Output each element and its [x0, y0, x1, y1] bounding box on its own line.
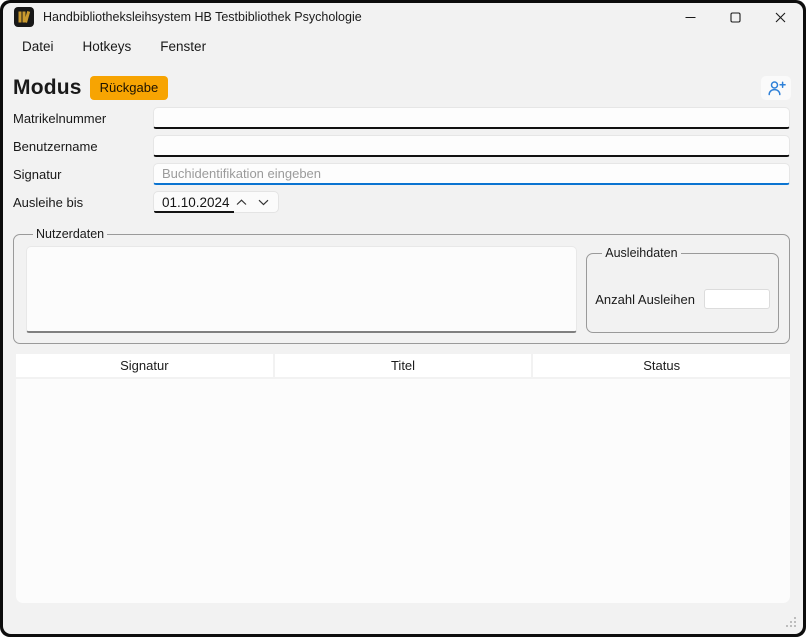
nutzerdaten-content: Ausleihdaten Anzahl Ausleihen [26, 246, 779, 333]
app-books-icon [14, 7, 34, 27]
nutzerdaten-textarea[interactable] [26, 246, 577, 333]
app-window: Handbibliotheksleihsystem HB Testbibliot… [0, 0, 806, 637]
form-row-ausleihe-bis: Ausleihe bis 01.10.2024 [13, 191, 790, 213]
nutzerdaten-title: Nutzerdaten [33, 227, 107, 241]
mode-badge[interactable]: Rückgabe [90, 76, 169, 100]
add-user-button[interactable] [761, 76, 791, 100]
matrikelnummer-input[interactable] [153, 107, 790, 129]
column-header-signatur[interactable]: Signatur [16, 354, 273, 377]
window-title: Handbibliotheksleihsystem HB Testbibliot… [43, 10, 362, 24]
title-bar[interactable]: Handbibliotheksleihsystem HB Testbibliot… [3, 3, 803, 31]
form-row-signatur: Signatur [13, 163, 790, 185]
column-header-status[interactable]: Status [533, 354, 790, 377]
ausleihdaten-title: Ausleihdaten [602, 246, 680, 260]
loans-table: Signatur Titel Status [16, 354, 790, 603]
close-button[interactable] [758, 3, 803, 31]
minimize-button[interactable] [668, 3, 713, 31]
page-title: Modus [13, 76, 82, 100]
ausleihdaten-groupbox: Ausleihdaten Anzahl Ausleihen [586, 246, 779, 333]
table-body[interactable] [16, 379, 790, 603]
heading-row: Modus Rückgabe [13, 73, 791, 103]
date-underline [154, 211, 234, 213]
ausleihe-bis-value[interactable]: 01.10.2024 [154, 195, 230, 210]
ausleihe-bis-date-spinner[interactable]: 01.10.2024 [153, 191, 279, 213]
menu-hotkeys[interactable]: Hotkeys [82, 37, 133, 56]
window-controls [668, 3, 803, 31]
maximize-button[interactable] [713, 3, 758, 31]
date-increment-button[interactable] [230, 192, 252, 212]
menu-datei[interactable]: Datei [21, 37, 55, 56]
ausleihe-bis-label: Ausleihe bis [13, 195, 153, 210]
menu-bar: Datei Hotkeys Fenster [3, 31, 803, 62]
person-add-icon [767, 80, 786, 96]
matrikelnummer-label: Matrikelnummer [13, 111, 153, 126]
window-frame: Handbibliotheksleihsystem HB Testbibliot… [3, 3, 803, 634]
benutzername-label: Benutzername [13, 139, 153, 154]
signatur-input[interactable] [153, 163, 790, 185]
menu-fenster[interactable]: Fenster [159, 37, 207, 56]
anzahl-ausleihen-label: Anzahl Ausleihen [595, 292, 695, 307]
table-header: Signatur Titel Status [16, 354, 790, 377]
anzahl-ausleihen-input[interactable] [704, 289, 770, 309]
column-header-titel[interactable]: Titel [275, 354, 532, 377]
date-decrement-button[interactable] [252, 192, 274, 212]
form-area: Matrikelnummer Benutzername Signatur Aus… [13, 107, 790, 219]
anzahl-row: Anzahl Ausleihen [595, 289, 770, 309]
form-row-benutzername: Benutzername [13, 135, 790, 157]
benutzername-input[interactable] [153, 135, 790, 157]
chevron-down-icon [258, 199, 269, 206]
resize-grip[interactable] [786, 617, 797, 628]
signatur-label: Signatur [13, 167, 153, 182]
nutzerdaten-groupbox: Nutzerdaten Ausleihdaten Anzahl Ausleihe… [13, 227, 790, 344]
chevron-up-icon [236, 199, 247, 206]
form-row-matrikelnummer: Matrikelnummer [13, 107, 790, 129]
